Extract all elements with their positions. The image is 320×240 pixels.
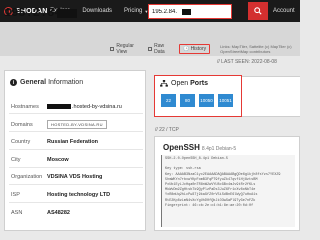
- map-attribution: Links: MapTiler, Sattelite (c) MapTiler …: [220, 44, 292, 54]
- redaction-block: [47, 104, 71, 110]
- row-label: Country: [11, 139, 31, 145]
- tab-regular-view-label: Regular View: [116, 43, 134, 55]
- last-seen-label: // LAST SEEN: 2022-08-08: [217, 59, 277, 65]
- sitemap-icon: [160, 80, 168, 87]
- service-port-label: // 22 / TCP: [155, 127, 179, 133]
- row-label: Domains: [11, 121, 33, 128]
- tab-history-label: History: [190, 46, 207, 52]
- heading-rest: Information: [48, 79, 84, 86]
- row-city: City Moscow: [11, 157, 143, 163]
- row-domains: Domains HOSTED-BY-VDSINA.RU: [11, 120, 143, 129]
- ports-panel-background: [242, 76, 300, 117]
- divider: [9, 202, 143, 203]
- row-value[interactable]: AS48282: [47, 210, 70, 216]
- row-organization: Organization VDSINA VDS Hosting: [11, 174, 143, 180]
- row-value: .hosted-by-vdsina.ru: [47, 104, 122, 110]
- row-country: Country Russian Federation: [11, 139, 143, 145]
- heading-bold: General: [20, 79, 47, 86]
- history-icon: 🕒: [183, 46, 190, 52]
- view-tabs: Regular View Raw Data 🕒 History Links: Ma…: [110, 43, 320, 55]
- general-information-card: i General Information Hostnames .hosted-b…: [4, 70, 146, 231]
- account-link[interactable]: Account: [273, 0, 295, 22]
- row-label: Organization: [11, 174, 43, 180]
- row-label: City: [11, 157, 21, 163]
- info-icon: i: [10, 79, 17, 86]
- row-asn: ASN AS48282: [11, 210, 143, 216]
- search-button[interactable]: [248, 2, 268, 20]
- redaction-block: [57, 9, 77, 18]
- tab-raw-data[interactable]: Raw Data: [147, 43, 172, 55]
- row-label: Hostnames: [11, 104, 39, 110]
- row-isp: ISP Hosting technology LTD: [11, 192, 143, 198]
- divider: [9, 113, 143, 114]
- tab-history[interactable]: 🕒 History: [179, 44, 211, 54]
- service-banner: SSH-2.0-OpenSSH_8.4p1 Debian-5 Key type:…: [161, 155, 295, 227]
- open-ports-panel: Open Ports 22 80 10050 10051: [154, 75, 242, 117]
- nav-downloads-label: Downloads: [82, 8, 113, 14]
- row-label: ISP: [11, 192, 20, 198]
- row-value[interactable]: Russian Federation: [47, 139, 98, 145]
- nav-downloads[interactable]: Downloads: [82, 8, 112, 14]
- service-card-openssh: OpenSSH 8.4p1 Debian-5 SSH-2.0-OpenSSH_8.…: [154, 136, 300, 231]
- open-ports-heading: Open Ports: [160, 80, 208, 87]
- heading-light: Open: [171, 80, 189, 87]
- hostname-value[interactable]: .hosted-by-vdsina.ru: [72, 104, 122, 110]
- general-information-heading: i General Information: [10, 79, 83, 86]
- port-list: 22 80 10050 10051: [161, 94, 237, 107]
- domain-badge[interactable]: HOSTED-BY-VDSINA.RU: [47, 120, 107, 129]
- divider: [9, 184, 143, 185]
- nav-pricing[interactable]: Pricing ▼: [124, 8, 148, 14]
- search-icon: [254, 7, 262, 15]
- divider: [9, 167, 143, 168]
- divider: [9, 149, 143, 150]
- redaction-block: [182, 8, 191, 15]
- heading-bold: Ports: [190, 80, 209, 87]
- row-hostnames: Hostnames .hosted-by-vdsina.ru: [11, 104, 143, 110]
- search-box: [148, 4, 232, 19]
- port-22[interactable]: 22: [161, 94, 176, 107]
- regular-view-icon: [110, 47, 115, 51]
- service-version: 8.4p1 Debian-5: [201, 146, 237, 152]
- row-value[interactable]: VDSINA VDS Hosting: [47, 174, 102, 180]
- nav-pricing-label: Pricing: [124, 8, 143, 14]
- row-value[interactable]: Hosting technology LTD: [47, 192, 110, 198]
- raw-data-icon: [147, 47, 153, 51]
- port-10050[interactable]: 10050: [199, 94, 214, 107]
- row-value[interactable]: Moscow: [47, 157, 69, 163]
- port-80[interactable]: 80: [180, 94, 195, 107]
- tab-regular-view[interactable]: Regular View: [110, 43, 140, 55]
- service-name: OpenSSH: [163, 143, 200, 152]
- row-label: ASN: [11, 210, 23, 216]
- service-title: OpenSSH 8.4p1 Debian-5: [163, 143, 236, 152]
- divider: [9, 131, 143, 132]
- tab-raw-data-label: Raw Data: [154, 43, 165, 55]
- port-10051[interactable]: 10051: [218, 94, 233, 107]
